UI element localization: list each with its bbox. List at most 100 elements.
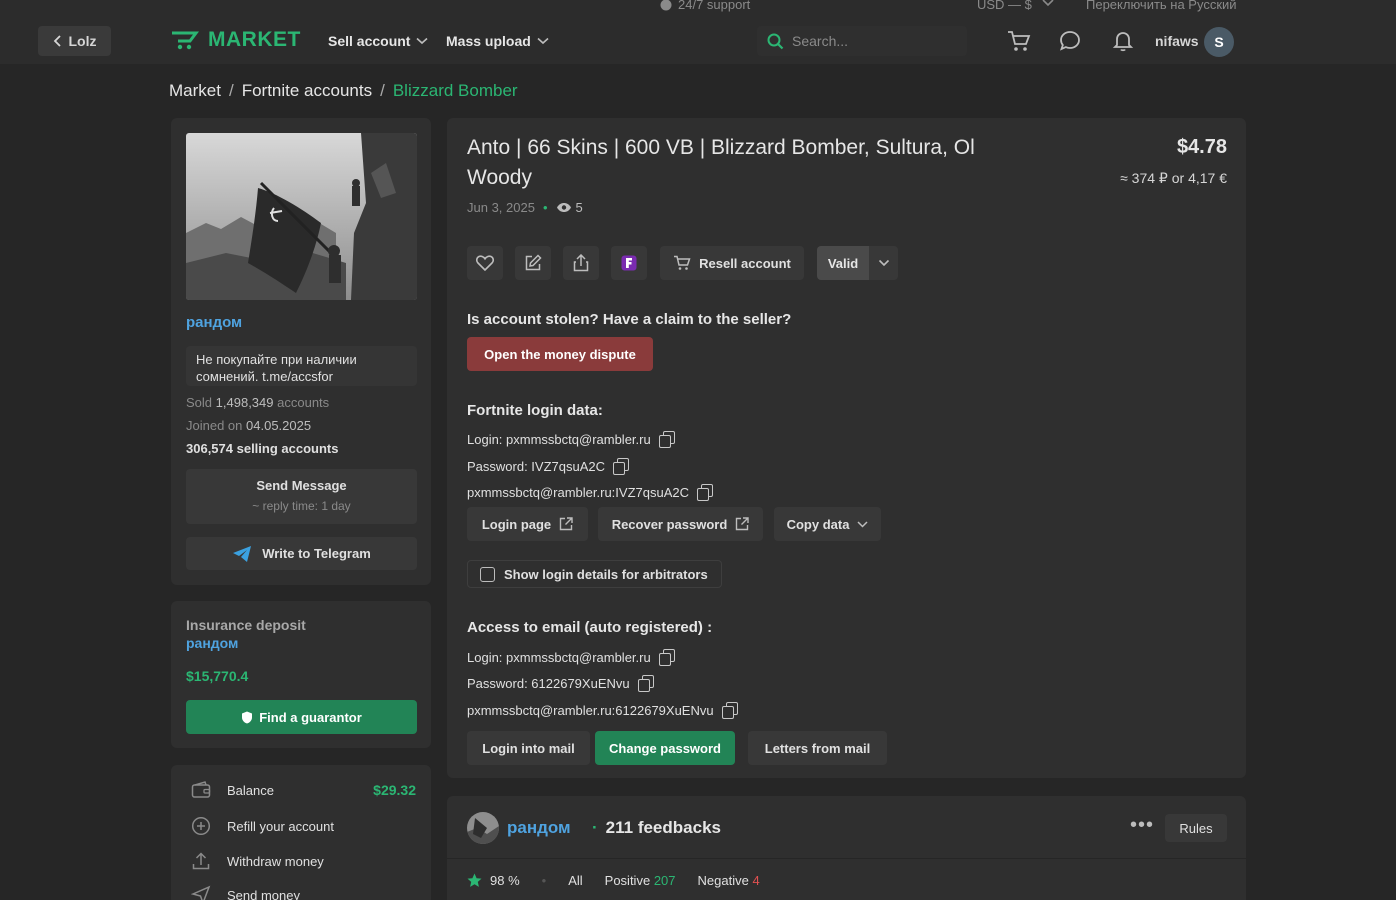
shield-icon (242, 711, 253, 723)
cart-icon (674, 255, 691, 270)
search-icon (767, 33, 784, 49)
bell-icon[interactable] (1111, 29, 1135, 53)
upload-icon (192, 852, 210, 870)
support-link[interactable]: 24/7 support (660, 0, 750, 12)
balance-panel: Balance $29.32 Refill your account Withd… (171, 765, 431, 900)
email-password-line: Password: 6122679XuENvu (467, 675, 654, 692)
plus-circle-icon (191, 816, 211, 836)
copy-icon[interactable] (658, 649, 675, 666)
username[interactable]: nifaws (1155, 33, 1199, 49)
login-mail-button[interactable]: Login into mail (467, 731, 590, 765)
letters-from-mail-button[interactable]: Letters from mail (748, 731, 887, 765)
find-guarantor-button[interactable]: Find a guarantor (186, 700, 417, 734)
seller-note: Не покупайте при наличии сомнений. t.me/… (186, 346, 417, 386)
filter-negative[interactable]: Negative 4 (698, 873, 760, 888)
chevron-down-icon (857, 520, 868, 528)
email-login-line: Login: pxmmssbctq@rambler.ru (467, 649, 675, 666)
login-page-button[interactable]: Login page (467, 507, 588, 541)
balance-amount: $29.32 (373, 782, 416, 798)
external-link-icon (559, 517, 573, 531)
fortnite-icon (621, 255, 637, 271)
nav-mass-upload[interactable]: Mass upload (446, 33, 549, 49)
search-box[interactable] (757, 26, 967, 56)
sold-stat: Sold 1,498,349 accounts (186, 395, 330, 410)
feedback-seller-name[interactable]: рандом (507, 818, 571, 838)
copy-icon[interactable] (721, 702, 738, 719)
send-message-button[interactable]: Send Message ~ reply time: 1 day (186, 469, 417, 524)
chevron-down-icon (1042, 0, 1054, 7)
currency-selector[interactable]: USD — $ (977, 0, 1032, 12)
seller-name[interactable]: рандом (186, 314, 242, 331)
checkbox-box[interactable] (480, 566, 495, 582)
copy-icon[interactable] (613, 458, 630, 475)
breadcrumb-fortnite[interactable]: Fortnite accounts (242, 81, 372, 101)
fortnite-button[interactable] (611, 246, 647, 280)
login-line: Login: pxmmssbctq@rambler.ru (467, 431, 675, 448)
filter-all[interactable]: All (568, 873, 582, 888)
arbitrators-checkbox[interactable]: Show login details for arbitrators (467, 560, 722, 588)
breadcrumb-separator: / (380, 81, 385, 100)
resell-account-button[interactable]: Resell account (660, 246, 804, 280)
listing-title: Anto | 66 Skins | 600 VB | Blizzard Bomb… (467, 136, 975, 189)
email-combo-line: pxmmssbctq@rambler.ru:6122679XuENvu (467, 702, 738, 719)
copy-icon[interactable] (697, 484, 713, 501)
nav-sell-account[interactable]: Sell account (328, 33, 429, 49)
deposit-seller-name[interactable]: рандом (186, 635, 238, 651)
status-dropdown-toggle[interactable] (869, 246, 898, 280)
password-line: Password: IVZ7qsuA2C (467, 458, 630, 475)
star-icon (467, 873, 482, 887)
messages-icon[interactable] (1058, 29, 1082, 53)
market-logo[interactable]: MARKET (170, 28, 301, 52)
feedback-seller-avatar[interactable] (467, 812, 499, 844)
listing-panel: Anto | 66 Skins | 600 VB | Blizzard Bomb… (447, 118, 1246, 778)
copy-icon[interactable] (658, 431, 675, 448)
withdraw-money-item[interactable]: Withdraw money (191, 851, 416, 871)
refill-account-item[interactable]: Refill your account (191, 816, 416, 836)
breadcrumb: Market / Fortnite accounts / Blizzard Bo… (169, 81, 518, 101)
change-password-button[interactable]: Change password (595, 731, 735, 765)
email-access-heading: Access to email (auto registered) : (467, 619, 713, 636)
header: Lolz MARKET Sell account Mass upload nif… (0, 14, 1396, 64)
filter-positive[interactable]: Positive 207 (605, 873, 676, 888)
user-avatar[interactable]: S (1204, 27, 1234, 57)
selling-accounts-link[interactable]: 306,574 selling accounts (186, 441, 338, 456)
top-strip: 24/7 support USD — $ Переключить на Русс… (0, 0, 1396, 14)
share-button[interactable] (563, 246, 599, 280)
balance-row[interactable]: Balance $29.32 (191, 781, 416, 799)
language-switch[interactable]: Переключить на Русский (1086, 0, 1237, 12)
insurance-deposit-panel: Insurance deposit рандом $15,770.4 Find … (171, 601, 431, 748)
share-icon (573, 254, 589, 272)
chevron-down-icon (416, 37, 429, 45)
breadcrumb-current[interactable]: Blizzard Bomber (393, 81, 518, 101)
write-telegram-button[interactable]: Write to Telegram (186, 537, 417, 570)
chevron-left-icon (53, 35, 61, 47)
copy-data-button[interactable]: Copy data (774, 507, 881, 541)
deposit-title: Insurance deposit (186, 617, 306, 633)
login-data-heading: Fortnite login data: (467, 402, 603, 419)
feedback-stats: 98 % • All Positive 207 Negative 4 (467, 873, 760, 888)
divider (447, 858, 1246, 859)
search-input[interactable] (792, 33, 952, 49)
back-lolz-button[interactable]: Lolz (38, 26, 111, 56)
copy-icon[interactable] (637, 675, 654, 692)
deposit-amount: $15,770.4 (186, 668, 249, 684)
open-dispute-button[interactable]: Open the money dispute (467, 337, 653, 371)
feedback-count: · 211 feedbacks (592, 818, 721, 837)
rules-button[interactable]: Rules (1165, 814, 1227, 842)
feedback-panel: рандом · 211 feedbacks ••• Rules 98 % • … (447, 796, 1246, 900)
favorite-button[interactable] (467, 246, 503, 280)
joined-stat: Joined on 04.05.2025 (186, 418, 312, 433)
listing-date: Jun 3, 2025 (467, 200, 535, 215)
listing-price: $4.78 (1176, 136, 1227, 158)
views-counter: 5 (556, 200, 583, 215)
valid-status-button[interactable]: Valid (817, 246, 869, 280)
breadcrumb-market[interactable]: Market (169, 81, 221, 101)
send-money-item[interactable]: Send money (191, 885, 416, 900)
more-options-icon[interactable]: ••• (1130, 814, 1154, 837)
recover-password-button[interactable]: Recover password (598, 507, 763, 541)
rating: 98 % (467, 873, 520, 888)
seller-avatar-image[interactable] (186, 133, 417, 300)
edit-button[interactable] (515, 246, 551, 280)
cart-icon[interactable] (1007, 29, 1031, 53)
telegram-icon (233, 545, 252, 562)
